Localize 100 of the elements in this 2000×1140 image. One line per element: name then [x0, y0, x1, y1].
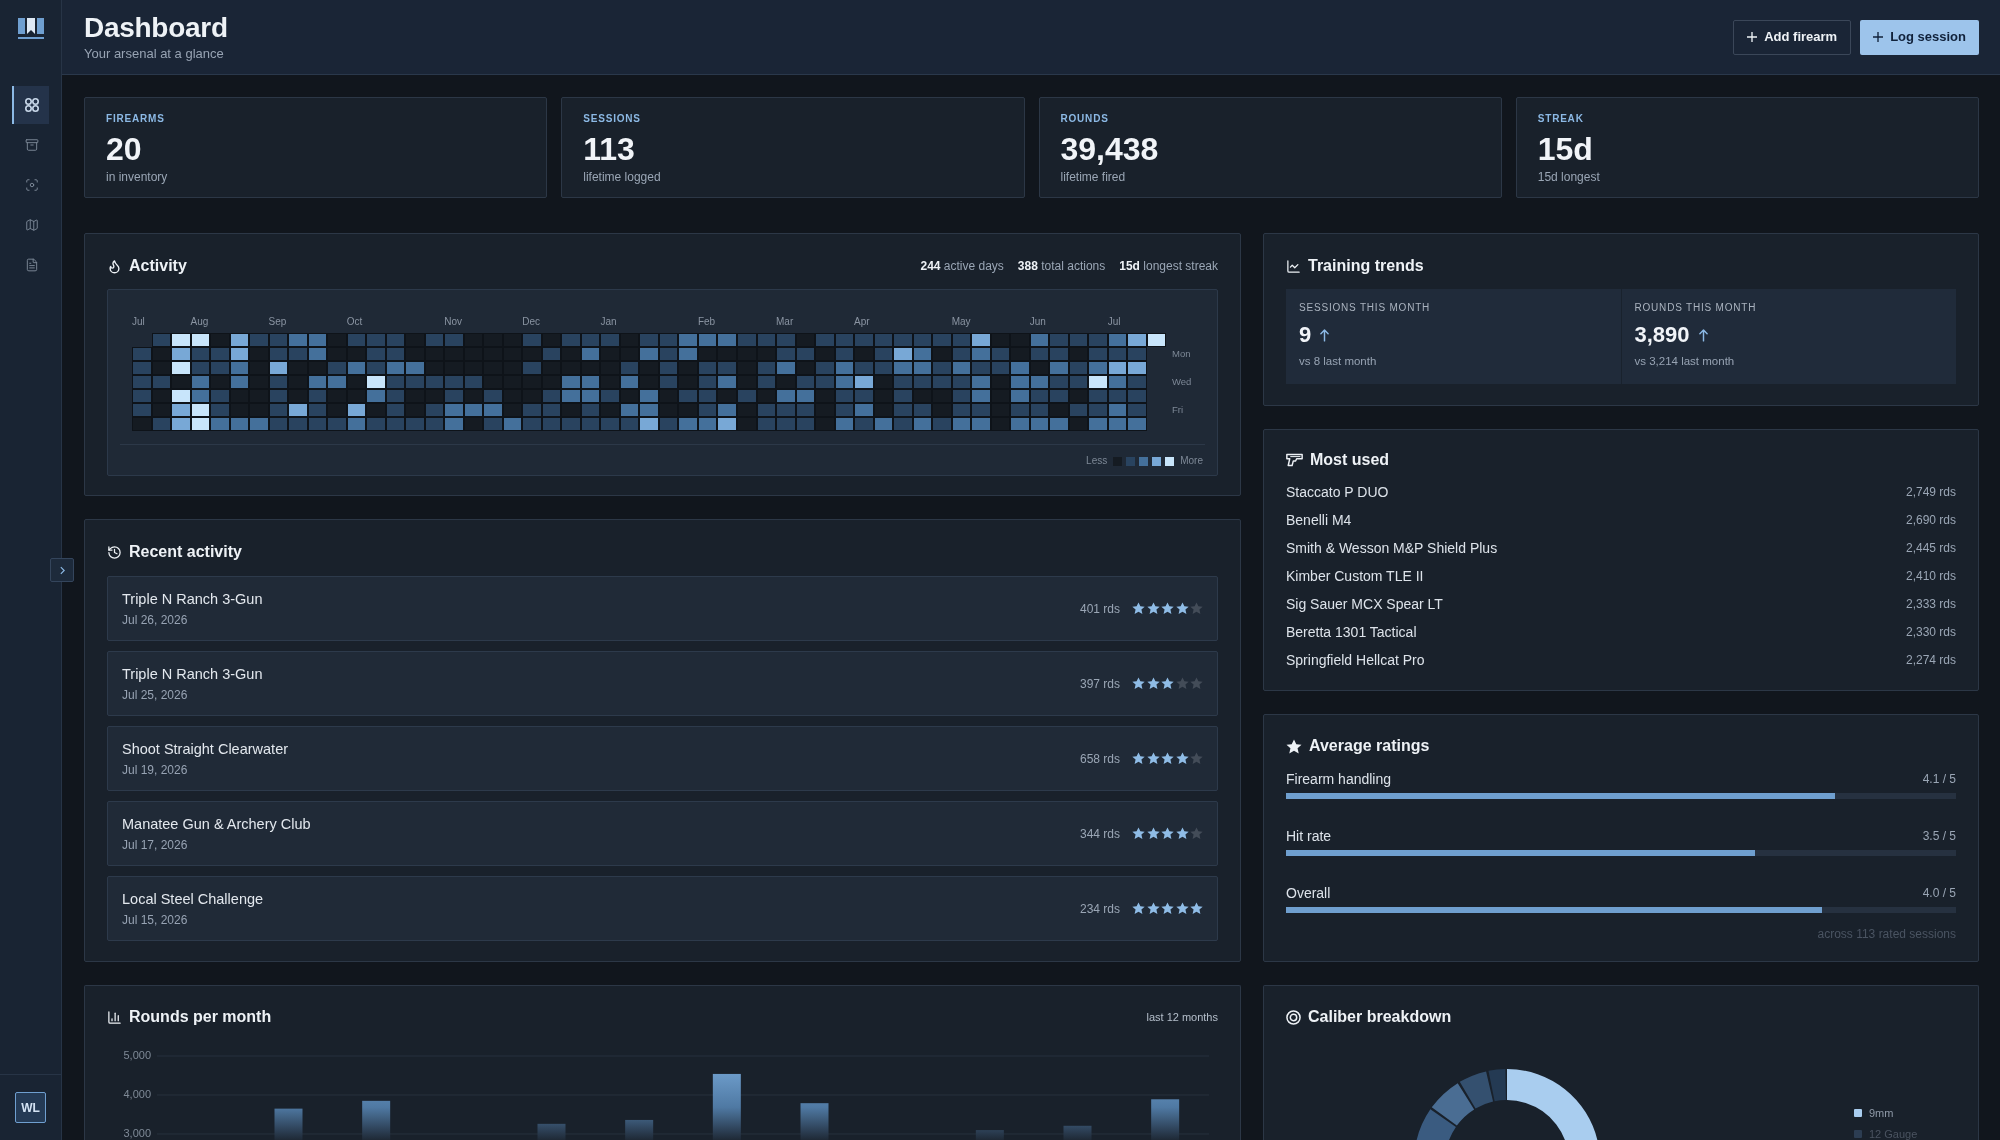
chart-bar [362, 1100, 391, 1140]
star-icon [1286, 738, 1302, 754]
star-icon [1190, 902, 1203, 915]
user-avatar[interactable]: WL [15, 1092, 46, 1123]
session-date: Jul 15, 2026 [122, 911, 189, 928]
metric-caption: vs 3,214 last month [1634, 354, 1736, 368]
session-row[interactable]: Shoot Straight Clearwater Jul 19, 2026 658 rds [107, 726, 1218, 791]
stat-caption: lifetime fired [1060, 169, 1127, 185]
plus-icon [1747, 32, 1758, 42]
page-subtitle: Your arsenal at a glance [84, 46, 225, 62]
month-label: Jul [1107, 316, 1121, 327]
star-icon [1161, 677, 1174, 690]
month-label: Jan [600, 316, 617, 327]
card-title: Recent activity [129, 542, 242, 562]
chart-bar [625, 1119, 654, 1140]
session-row[interactable]: Triple N Ranch 3-Gun Jul 25, 2026 397 rds [107, 651, 1218, 716]
chart-bar [1063, 1125, 1092, 1140]
session-date: Jul 19, 2026 [122, 761, 189, 778]
star-icon [1190, 677, 1203, 690]
star-icon [1175, 677, 1189, 690]
stat-value: 15d [1537, 132, 1594, 166]
firearm-name: Sig Sauer MCX Spear LT [1286, 595, 1443, 613]
session-date: Jul 25, 2026 [122, 686, 189, 703]
star-icon [1161, 902, 1174, 915]
donut-slice [1416, 1109, 1456, 1140]
logo-icon [17, 18, 44, 40]
rating-label: Overall [1286, 884, 1331, 902]
history-icon [107, 544, 122, 560]
session-title: Local Steel Challenge [122, 889, 264, 908]
secondary-button[interactable]: Add firearm [1733, 19, 1852, 55]
activity-stat: 15d longest streak [1119, 258, 1218, 274]
axis-tick-label: 5,000 [123, 1048, 151, 1061]
session-row[interactable]: Triple N Ranch 3-Gun Jul 26, 2026 401 rds [107, 576, 1218, 641]
stat-value: 113 [583, 132, 636, 166]
round-count: 344 rds [1079, 825, 1120, 842]
legend-swatch-icon [1126, 456, 1136, 466]
session-date: Jul 26, 2026 [122, 611, 189, 628]
bar-chart-icon [107, 1009, 122, 1025]
star-icon [1132, 602, 1145, 615]
rating-score: 4.1 / 5 [1922, 771, 1956, 787]
month-label: Feb [697, 316, 716, 327]
focus-icon [24, 178, 39, 192]
session-title: Manatee Gun & Archery Club [122, 814, 311, 833]
axis-tick-label: 3,000 [123, 1126, 151, 1139]
month-label: Mar [776, 316, 794, 327]
star-icon [1146, 827, 1160, 840]
chart-bar [712, 1073, 741, 1140]
round-count: 401 rds [1079, 600, 1120, 617]
session-title: Triple N Ranch 3-Gun [122, 664, 263, 683]
firearm-name: Staccato P DUO [1286, 483, 1389, 501]
chart-bar [975, 1130, 1004, 1140]
legend-label: 9mm [1869, 1106, 1894, 1120]
primary-button[interactable]: Log session [1860, 19, 1979, 55]
axis-tick-label: 4,000 [123, 1087, 151, 1100]
session-date: Jul 17, 2026 [122, 836, 189, 853]
session-row[interactable]: Local Steel Challenge Jul 15, 2026 234 rds [107, 876, 1218, 941]
chart-bar [1151, 1099, 1180, 1140]
session-title: Shoot Straight Clearwater [122, 739, 289, 758]
card-title: Average ratings [1309, 736, 1430, 756]
archive-icon [24, 138, 39, 152]
flame-icon [107, 258, 122, 274]
sidebar-toggle-button[interactable] [50, 558, 74, 582]
star-icon [1161, 827, 1174, 840]
rating-label: Firearm handling [1286, 770, 1392, 788]
stat-value: 39,438 [1060, 132, 1160, 166]
metric-label: SESSIONS THIS MONTH [1299, 302, 1432, 314]
weekday-label: Mon [1172, 348, 1191, 360]
session-row[interactable]: Manatee Gun & Archery Club Jul 17, 2026 344 rds [107, 801, 1218, 866]
star-icon [1161, 602, 1174, 615]
weekday-label: Fri [1172, 404, 1184, 416]
nav-item[interactable] [12, 86, 49, 124]
rating-label: Hit rate [1286, 827, 1332, 845]
star-icon [1132, 902, 1145, 915]
legend-swatch-icon [1165, 456, 1175, 466]
card-title: Caliber breakdown [1308, 1007, 1452, 1027]
metric-label: ROUNDS THIS MONTH [1634, 302, 1758, 314]
month-label: May [951, 316, 971, 327]
star-icon [1190, 752, 1203, 765]
firearm-name: Benelli M4 [1286, 511, 1352, 529]
rating-score: 3.5 / 5 [1922, 828, 1956, 844]
activity-stat: 244 active days [920, 258, 1004, 274]
stat-label: ROUNDS [1060, 112, 1110, 126]
month-label: Nov [444, 316, 463, 327]
target-icon [1286, 1009, 1301, 1025]
star-icon [1190, 827, 1203, 840]
round-count: 234 rds [1079, 900, 1120, 917]
round-count: 2,330 rds [1905, 624, 1956, 640]
star-icon [1132, 752, 1145, 765]
star-icon [1161, 752, 1174, 765]
month-label: Jul [132, 316, 145, 327]
star-icon [1175, 602, 1189, 615]
pistol-icon [1286, 453, 1303, 467]
stat-label: FIREARMS [106, 112, 166, 126]
stat-caption: lifetime logged [583, 169, 662, 185]
star-icon [1146, 602, 1160, 615]
legend-label: More [1180, 455, 1203, 467]
card-title: Most used [1310, 450, 1390, 470]
round-count: 2,690 rds [1905, 512, 1956, 528]
month-label: Oct [346, 316, 363, 327]
chart-bar [274, 1108, 303, 1140]
